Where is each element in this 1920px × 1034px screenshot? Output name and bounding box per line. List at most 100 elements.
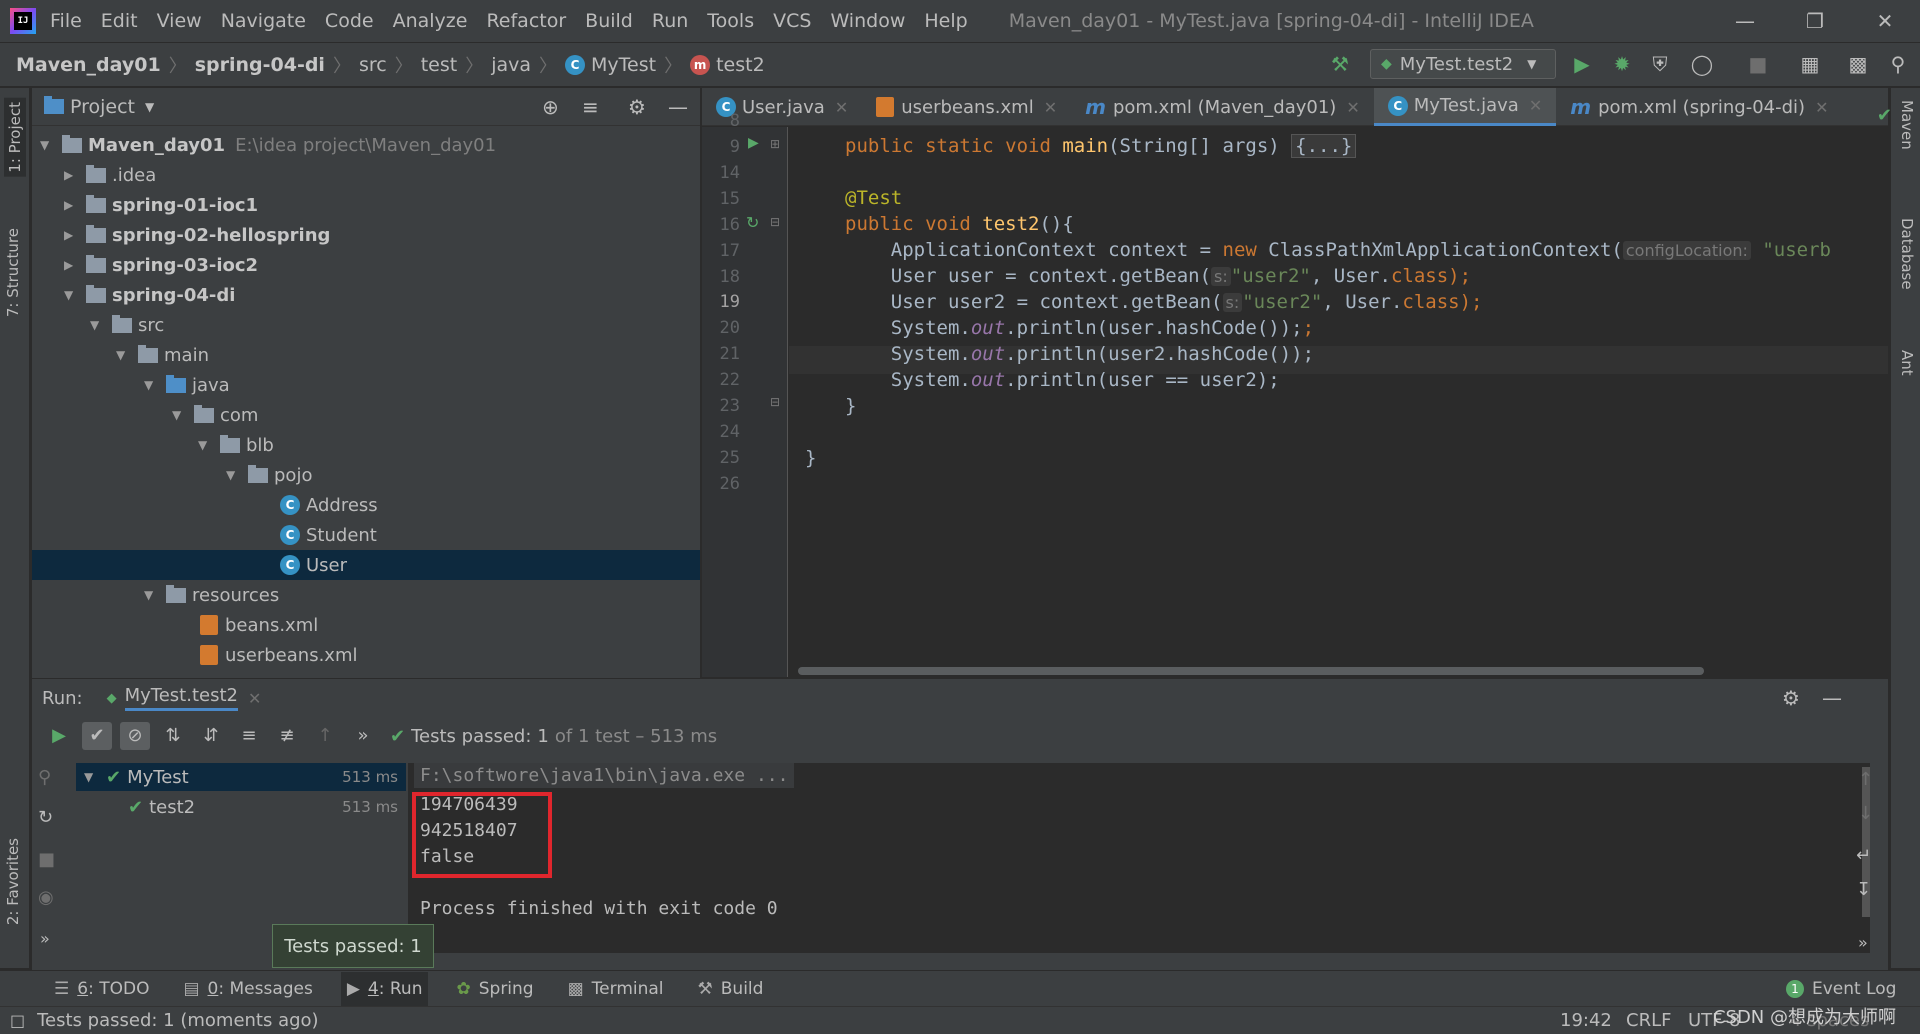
tree-item-src[interactable]: ▼ src <box>32 310 700 340</box>
breadcrumb-method[interactable]: m test2 <box>690 54 765 76</box>
tree-item-beans-xml[interactable]: beans.xml <box>32 610 700 640</box>
tree-item-spring-03[interactable]: ▶ spring-03-ioc2 <box>32 250 700 280</box>
collapse-all-icon[interactable]: ≢ <box>272 722 302 750</box>
tree-item-spring-04[interactable]: ▼ spring-04-di <box>32 280 700 310</box>
terminal-icon[interactable]: ▩ <box>1844 50 1872 78</box>
expand-arrow-icon[interactable]: ▼ <box>84 770 98 784</box>
expand-arrow-icon[interactable]: ▼ <box>90 318 104 332</box>
pin-icon[interactable]: ⚲ <box>38 767 51 788</box>
expand-arrow-icon[interactable]: ▼ <box>40 138 54 152</box>
menu-run[interactable]: Run <box>652 10 688 32</box>
expand-arrow-icon[interactable]: ▼ <box>116 348 130 362</box>
menu-code[interactable]: Code <box>325 10 374 32</box>
expand-all-icon[interactable]: ≡ <box>234 722 264 750</box>
debug-icon[interactable]: ✹ <box>1608 50 1636 78</box>
tab-maven[interactable]: Maven <box>1898 100 1916 150</box>
collapsed-arrow-icon[interactable]: ▶ <box>64 168 78 182</box>
rerun-icon[interactable]: ▶ <box>44 722 74 750</box>
menu-analyze[interactable]: Analyze <box>393 10 468 32</box>
menu-vcs[interactable]: VCS <box>773 10 811 32</box>
tab-project[interactable]: 1: Project <box>4 98 26 177</box>
line-separator[interactable]: CRLF <box>1626 1010 1671 1031</box>
expand-arrow-icon[interactable]: ▼ <box>64 288 78 302</box>
menu-build[interactable]: Build <box>585 10 633 32</box>
profile-icon[interactable]: ◯ <box>1688 50 1716 78</box>
run-config-select[interactable]: ◆ MyTest.test2 ▼ <box>1370 49 1556 79</box>
soft-wrap-icon[interactable]: ↵ <box>1856 845 1871 866</box>
tab-database[interactable]: Database <box>1898 218 1916 290</box>
tool-tab-terminal[interactable]: ▩ Terminal <box>562 972 670 1006</box>
sort-alpha-icon[interactable]: ⇅ <box>158 722 188 750</box>
status-toggle-icon[interactable]: □ <box>10 1011 25 1030</box>
tree-item-user[interactable]: C User <box>32 550 700 580</box>
tree-item-maven-day01[interactable]: ▼ Maven_day01 E:\idea project\Maven_day01 <box>32 130 700 160</box>
tab-favorites[interactable]: 2: Favorites <box>4 838 22 925</box>
run-gutter-icon[interactable]: ▶ <box>748 135 759 151</box>
tree-item-spring-01[interactable]: ▶ spring-01-ioc1 <box>32 190 700 220</box>
close-icon[interactable]: ✕ <box>1346 98 1359 117</box>
tree-item-blb[interactable]: ▼ blb <box>32 430 700 460</box>
gear-icon[interactable]: ⚙ <box>628 95 646 119</box>
menu-window[interactable]: Window <box>830 10 905 32</box>
tab-pom-spring-04[interactable]: m pom.xml (spring-04-di) ✕ <box>1556 88 1842 126</box>
tool-tab-todo[interactable]: ☰ 6: TODO <box>48 972 155 1006</box>
expand-arrow-icon[interactable]: ▼ <box>198 438 212 452</box>
inspection-ok-icon[interactable]: ✔ <box>1877 105 1892 126</box>
breadcrumb-test[interactable]: test <box>421 54 458 76</box>
tree-item-idea[interactable]: ▶ .idea <box>32 160 700 190</box>
rerun-gutter-icon[interactable]: ↻ <box>746 213 759 232</box>
more-icon[interactable]: » <box>348 722 378 750</box>
close-icon[interactable]: ✕ <box>248 689 261 708</box>
close-icon[interactable]: ✕ <box>1529 96 1542 115</box>
show-ignored-icon[interactable]: ⊘ <box>120 722 150 750</box>
collapsed-arrow-icon[interactable]: ▶ <box>64 228 78 242</box>
collapse-all-icon[interactable]: ≡ <box>582 95 599 119</box>
tree-item-spring-02[interactable]: ▶ spring-02-hellospring <box>32 220 700 250</box>
camera-icon[interactable]: ◉ <box>38 887 54 908</box>
coverage-icon[interactable]: ⛨ <box>1646 50 1674 78</box>
test-item-test2[interactable]: ✔ test2 513 ms <box>76 793 406 821</box>
arrow-up-icon[interactable]: ↑ <box>1858 769 1873 790</box>
expand-arrow-icon[interactable]: ▼ <box>144 588 158 602</box>
fold-icon[interactable]: ⊟ <box>770 395 780 409</box>
run-icon[interactable]: ▶ <box>1568 50 1596 78</box>
console-output[interactable]: F:\softwore\java1\bin\java.exe ... 19470… <box>408 763 1870 953</box>
hide-panel-icon[interactable]: — <box>1822 686 1842 710</box>
sort-duration-icon[interactable]: ⇵ <box>196 722 226 750</box>
build-hammer-icon[interactable]: ⚒ <box>1326 50 1354 78</box>
tool-tab-event-log[interactable]: 1 Event Log <box>1780 972 1902 1006</box>
collapsed-arrow-icon[interactable]: ▶ <box>64 258 78 272</box>
scroll-to-end-icon[interactable]: ↧ <box>1856 879 1871 900</box>
close-icon[interactable]: ✕ <box>1870 6 1900 36</box>
arrow-down-icon[interactable]: ↓ <box>1858 803 1873 824</box>
tree-item-resources[interactable]: ▼ resources <box>32 580 700 610</box>
search-icon[interactable]: ⚲ <box>1884 50 1912 78</box>
breadcrumb-project[interactable]: Maven_day01 <box>16 54 161 76</box>
menu-edit[interactable]: Edit <box>101 10 138 32</box>
more-icon[interactable]: » <box>40 929 50 948</box>
restore-icon[interactable]: ❐ <box>1800 6 1830 36</box>
test-item-mytest[interactable]: ▼ ✔ MyTest 513 ms <box>76 763 406 791</box>
tree-item-main[interactable]: ▼ main <box>32 340 700 370</box>
folded-block[interactable]: {...} <box>1291 134 1357 158</box>
breadcrumb-java[interactable]: java <box>491 54 531 76</box>
tool-tab-build[interactable]: ⚒ Build <box>692 972 770 1006</box>
close-icon[interactable]: ✕ <box>1815 98 1828 117</box>
tool-tab-spring[interactable]: ✿ Spring <box>450 972 539 1006</box>
tree-item-com[interactable]: ▼ com <box>32 400 700 430</box>
horizontal-scrollbar[interactable] <box>798 667 1704 675</box>
tab-ant[interactable]: Ant <box>1898 350 1916 376</box>
menu-refactor[interactable]: Refactor <box>486 10 566 32</box>
console-command-line[interactable]: F:\softwore\java1\bin\java.exe ... <box>414 763 795 788</box>
expand-arrow-icon[interactable]: ▼ <box>226 468 240 482</box>
menu-file[interactable]: File <box>50 10 82 32</box>
menu-navigate[interactable]: Navigate <box>221 10 306 32</box>
close-icon[interactable]: ✕ <box>1044 98 1057 117</box>
close-icon[interactable]: ✕ <box>835 98 848 117</box>
hide-panel-icon[interactable]: — <box>668 95 688 119</box>
toggle-auto-test-icon[interactable]: ↻ <box>38 807 53 828</box>
show-passed-icon[interactable]: ✔ <box>82 722 112 750</box>
tree-item-pojo[interactable]: ▼ pojo <box>32 460 700 490</box>
locate-icon[interactable]: ⊕ <box>542 95 559 119</box>
minimize-icon[interactable]: — <box>1730 6 1760 36</box>
